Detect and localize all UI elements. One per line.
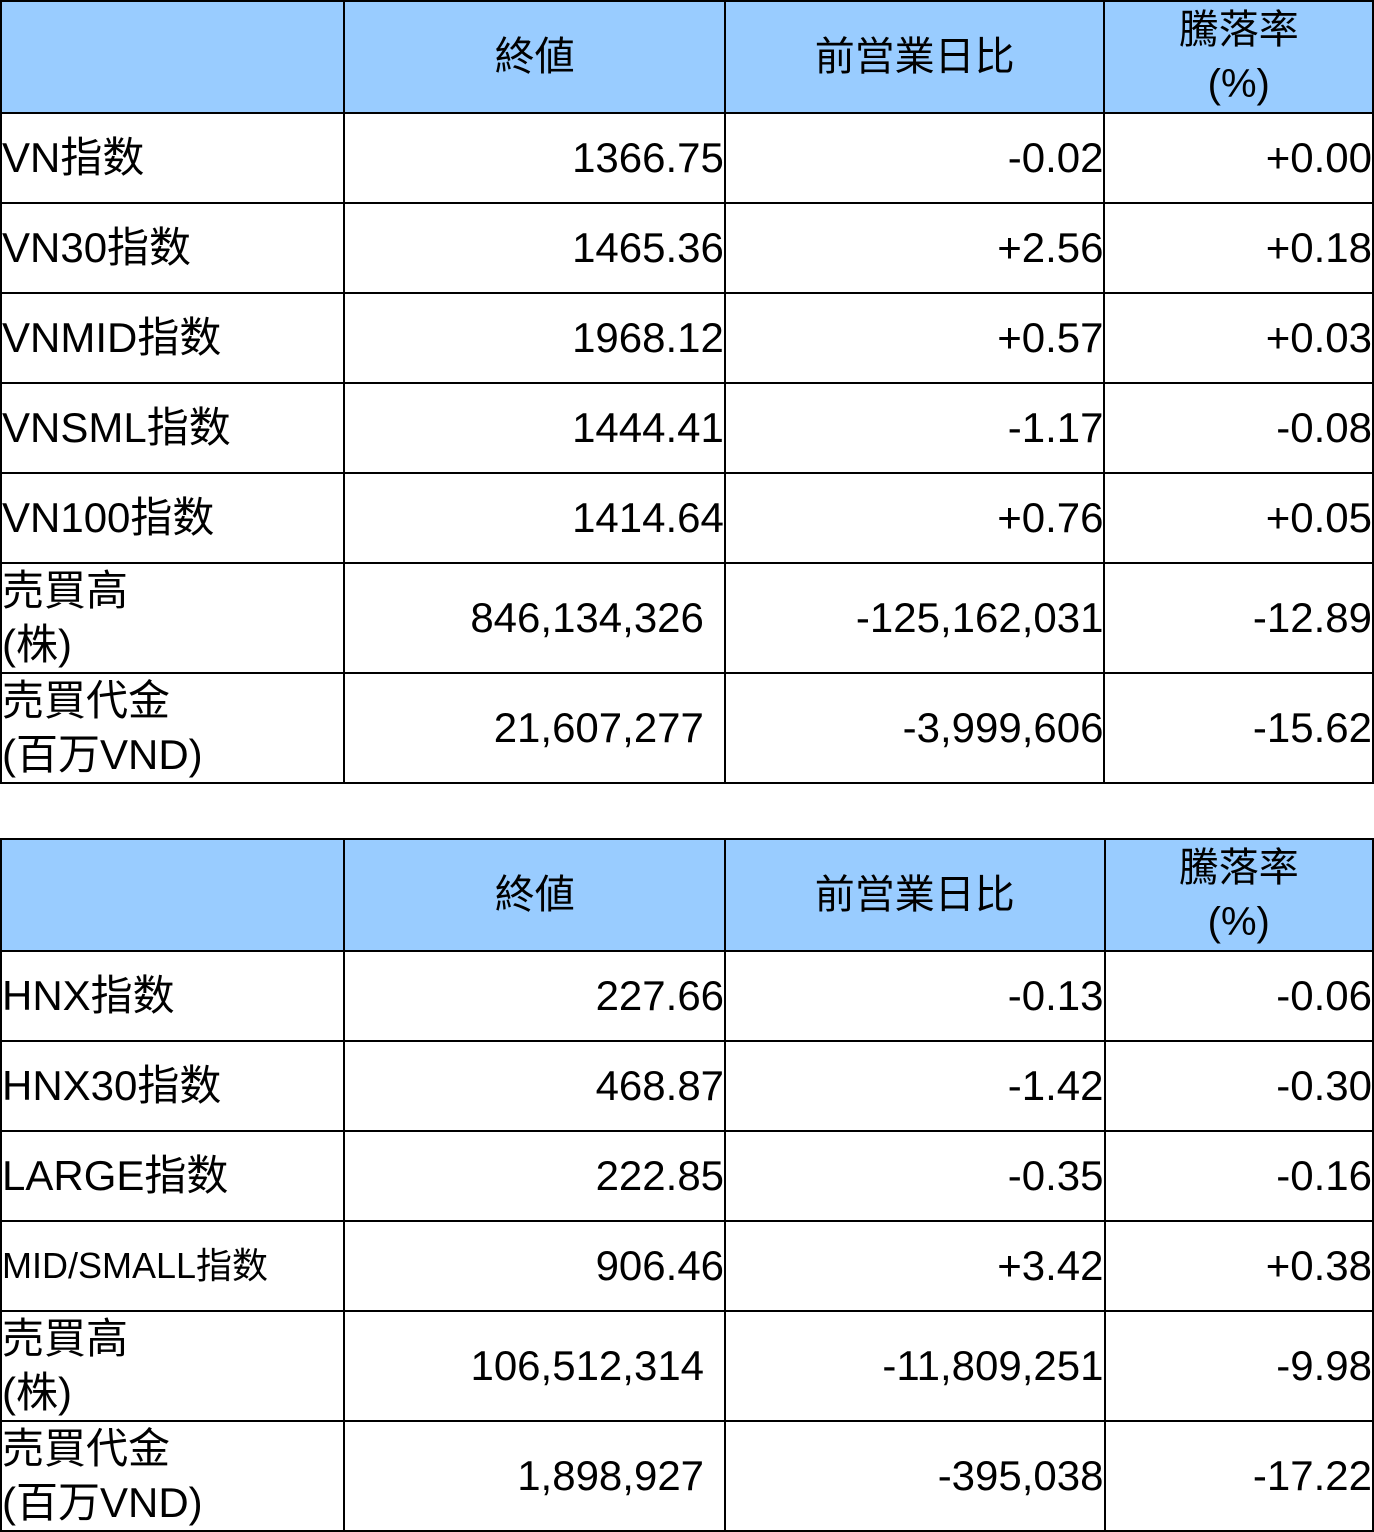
- table-row: VN100指数 1414.64 +0.76 +0.05: [0, 472, 1374, 564]
- row-label-line1: 売買高: [2, 567, 129, 614]
- row-close: 1444.41: [343, 382, 726, 474]
- header-pct-line2: (%): [1207, 62, 1270, 106]
- row-pct: +0.03: [1103, 292, 1374, 384]
- table-row: VN指数 1366.75 -0.02 +0.00: [0, 112, 1374, 204]
- row-pct: +0.18: [1103, 202, 1374, 294]
- row-label: 売買代金 (百万VND): [0, 672, 346, 784]
- row-label: LARGE指数: [0, 1130, 346, 1222]
- row-label-line2: (株): [2, 621, 72, 668]
- row-close: 1968.12: [343, 292, 726, 384]
- table-row: LARGE指数 222.85 -0.35 -0.16: [0, 1130, 1374, 1222]
- table-header-row: 終値 前営業日比 騰落率 (%): [0, 0, 1374, 114]
- row-change: +0.76: [723, 472, 1106, 564]
- row-label: VN指数: [0, 112, 346, 204]
- row-label: HNX指数: [0, 950, 346, 1042]
- table-row: 売買代金 (百万VND) 1,898,927 -395,038 -17.22: [0, 1420, 1374, 1532]
- row-label: VN30指数: [0, 202, 346, 294]
- row-close: 1366.75: [343, 112, 726, 204]
- row-pct: +0.00: [1103, 112, 1374, 204]
- hose-market-table: 終値 前営業日比 騰落率 (%) VN指数 1366.75 -0.02 +0.0…: [0, 0, 1374, 784]
- row-label-line2: (株): [2, 1369, 72, 1416]
- row-close: 906.46: [343, 1220, 727, 1312]
- header-blank: [0, 0, 346, 114]
- row-label: VNSML指数: [0, 382, 346, 474]
- row-close: 1465.36: [343, 202, 726, 294]
- row-change: -1.42: [724, 1040, 1106, 1132]
- table-row: 売買高 (株) 106,512,314 -11,809,251 -9.98: [0, 1310, 1374, 1422]
- row-pct: +0.05: [1103, 472, 1374, 564]
- row-label-line1: 売買代金: [2, 677, 171, 724]
- row-label-line1: 売買高: [2, 1315, 129, 1362]
- header-pct: 騰落率 (%): [1103, 838, 1374, 952]
- row-label: VNMID指数: [0, 292, 346, 384]
- row-pct: +0.38: [1103, 1220, 1374, 1312]
- hnx-market-table: 終値 前営業日比 騰落率 (%) HNX指数 227.66 -0.13 -0.0…: [0, 838, 1374, 1532]
- row-pct: -15.62: [1103, 672, 1374, 784]
- row-change: -395,038: [724, 1420, 1106, 1532]
- row-close: 846,134,326: [343, 562, 726, 674]
- table-row: HNX30指数 468.87 -1.42 -0.30: [0, 1040, 1374, 1132]
- row-change: -0.13: [724, 950, 1106, 1042]
- row-label-line1: 売買代金: [2, 1425, 171, 1472]
- row-pct: -12.89: [1103, 562, 1374, 674]
- row-label: 売買高 (株): [0, 1310, 346, 1422]
- table-row: VNMID指数 1968.12 +0.57 +0.03: [0, 292, 1374, 384]
- row-pct: -0.16: [1103, 1130, 1374, 1222]
- header-close: 終値: [343, 0, 726, 114]
- row-label: 売買高 (株): [0, 562, 346, 674]
- table-row: 売買代金 (百万VND) 21,607,277 -3,999,606 -15.6…: [0, 672, 1374, 784]
- table-row: 売買高 (株) 846,134,326 -125,162,031 -12.89: [0, 562, 1374, 674]
- row-label-line2: (百万VND): [2, 731, 203, 778]
- row-pct: -0.06: [1103, 950, 1374, 1042]
- row-close: 1,898,927: [343, 1420, 727, 1532]
- row-label: VN100指数: [0, 472, 346, 564]
- row-label: HNX30指数: [0, 1040, 346, 1132]
- table-row: MID/SMALL指数 906.46 +3.42 +0.38: [0, 1220, 1374, 1312]
- header-blank: [0, 838, 346, 952]
- row-label: MID/SMALL指数: [0, 1220, 346, 1312]
- row-close: 222.85: [343, 1130, 727, 1222]
- row-pct: -17.22: [1103, 1420, 1374, 1532]
- row-label-line2: (百万VND): [2, 1479, 203, 1526]
- table-row: VN30指数 1465.36 +2.56 +0.18: [0, 202, 1374, 294]
- table-row: VNSML指数 1444.41 -1.17 -0.08: [0, 382, 1374, 474]
- header-change: 前営業日比: [723, 0, 1106, 114]
- table-row: HNX指数 227.66 -0.13 -0.06: [0, 950, 1374, 1042]
- row-close: 106,512,314: [343, 1310, 727, 1422]
- row-close: 468.87: [343, 1040, 727, 1132]
- row-change: -0.35: [724, 1130, 1106, 1222]
- header-pct-line2: (%): [1207, 900, 1270, 944]
- row-close: 227.66: [343, 950, 727, 1042]
- row-change: -3,999,606: [723, 672, 1106, 784]
- row-close: 1414.64: [343, 472, 726, 564]
- row-change: -0.02: [723, 112, 1106, 204]
- row-close: 21,607,277: [343, 672, 726, 784]
- row-change: -1.17: [723, 382, 1106, 474]
- row-change: -125,162,031: [723, 562, 1106, 674]
- row-change: +2.56: [723, 202, 1106, 294]
- row-change: +3.42: [724, 1220, 1106, 1312]
- header-pct: 騰落率 (%): [1103, 0, 1374, 114]
- header-pct-line1: 騰落率: [1178, 846, 1299, 890]
- row-change: -11,809,251: [724, 1310, 1106, 1422]
- header-pct-line1: 騰落率: [1178, 8, 1299, 52]
- row-pct: -0.08: [1103, 382, 1374, 474]
- header-change: 前営業日比: [724, 838, 1106, 952]
- table-header-row: 終値 前営業日比 騰落率 (%): [0, 838, 1374, 952]
- row-pct: -9.98: [1103, 1310, 1374, 1422]
- header-close: 終値: [343, 838, 727, 952]
- row-label: 売買代金 (百万VND): [0, 1420, 346, 1532]
- row-pct: -0.30: [1103, 1040, 1374, 1132]
- row-change: +0.57: [723, 292, 1106, 384]
